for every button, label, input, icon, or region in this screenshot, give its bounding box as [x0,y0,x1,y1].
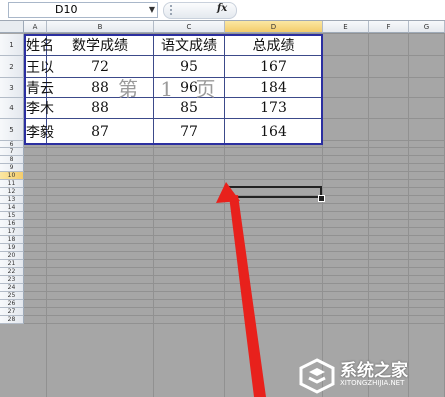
red-arrow-annotation [216,182,266,397]
arrow-head [216,182,240,203]
arrow-shaft [229,195,266,397]
site-logo-icon [299,358,335,394]
site-logo-url: XITONGZHIJIA.NET [340,379,405,387]
site-logo-name: 系统之家 [340,361,408,381]
site-logo: 系统之家 XITONGZHIJIA.NET [290,356,445,397]
